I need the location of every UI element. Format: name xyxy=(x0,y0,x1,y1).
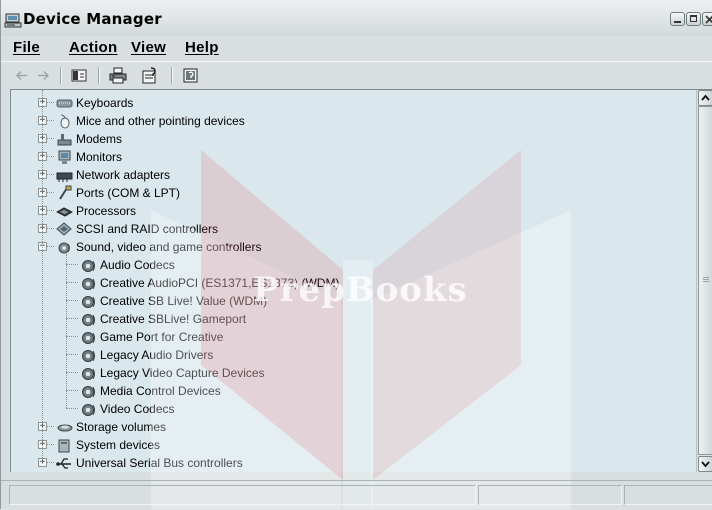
computer-icon xyxy=(4,13,22,28)
usb-icon xyxy=(56,458,71,469)
menu-bar: File Action View Help xyxy=(1,36,712,60)
tree-category-item[interactable]: Universal Serial Bus controllers xyxy=(56,454,243,472)
tree-item-label: Processors xyxy=(76,204,137,218)
toolbar xyxy=(1,61,712,89)
tree-item-label: SCSI and RAID controllers xyxy=(76,222,219,236)
maximize-icon xyxy=(690,15,697,22)
tree-item-label: Audio Codecs xyxy=(100,258,175,272)
sound-device-icon xyxy=(82,386,95,398)
scsi-icon xyxy=(56,222,72,236)
tree-item-label: Keyboards xyxy=(76,96,134,110)
status-panel-main xyxy=(9,485,476,505)
tree-device-item[interactable]: Creative AudioPCI (ES1371,ES1373) (WDM) xyxy=(80,274,339,292)
tree-category-item[interactable]: Processors xyxy=(56,202,136,220)
forward-arrow-icon[interactable] xyxy=(34,67,52,84)
system-device-icon xyxy=(58,439,70,453)
tree-item-label: Universal Serial Bus controllers xyxy=(76,456,243,470)
tree-category-item[interactable]: Monitors xyxy=(56,148,122,166)
help-icon[interactable] xyxy=(182,67,200,84)
minimize-button[interactable] xyxy=(670,12,685,26)
tree-category-item[interactable]: System devices xyxy=(56,436,160,454)
tree-item-label: Game Port for Creative xyxy=(100,330,224,344)
tree-device-item[interactable]: Video Codecs xyxy=(80,400,175,418)
tree-item-label: Creative SBLive! Gameport xyxy=(100,312,247,326)
tree-item-label: System devices xyxy=(76,438,161,452)
menu-file[interactable]: File xyxy=(13,39,40,56)
modem-icon xyxy=(57,134,72,146)
tree-item-label: Modems xyxy=(76,132,123,146)
tree-category-item[interactable]: SCSI and RAID controllers xyxy=(56,220,218,238)
sound-device-icon xyxy=(82,260,95,272)
tree-device-item[interactable]: Creative SB Live! Value (WDM) xyxy=(80,292,267,310)
print-icon[interactable] xyxy=(109,67,127,84)
tree-device-item[interactable]: Creative SBLive! Gameport xyxy=(80,310,246,328)
sound-icon xyxy=(58,242,70,254)
tree-item-label: Legacy Video Capture Devices xyxy=(100,366,265,380)
tree-category-item[interactable]: Storage volumes xyxy=(56,418,166,436)
tree-category-item[interactable]: Ports (COM & LPT) xyxy=(56,184,180,202)
tree-item-label: Mice and other pointing devices xyxy=(76,114,245,128)
status-bar xyxy=(1,480,712,510)
tree-device-item[interactable]: Game Port for Creative xyxy=(80,328,223,346)
chevron-down-icon xyxy=(701,461,710,468)
tree-category-item[interactable]: Sound, video and game controllers xyxy=(56,238,261,256)
monitor-icon xyxy=(58,150,71,164)
tree-device-item[interactable]: Audio Codecs xyxy=(80,256,175,274)
close-icon xyxy=(705,15,712,24)
sound-device-icon xyxy=(82,314,95,326)
menu-action[interactable]: Action xyxy=(69,39,117,56)
device-tree[interactable]: + Keyboards + Mice and other pointing devic… xyxy=(10,89,712,472)
sound-device-icon xyxy=(82,332,95,344)
network-adapter-icon xyxy=(56,172,73,182)
tree-device-item[interactable]: Legacy Audio Drivers xyxy=(80,346,213,364)
tree-item-label: Creative SB Live! Value (WDM) xyxy=(100,294,268,308)
tree-item-label: Network adapters xyxy=(76,168,171,182)
vertical-scrollbar[interactable] xyxy=(696,90,712,472)
properties-icon[interactable] xyxy=(141,67,159,84)
show-hide-console-tree-icon[interactable] xyxy=(70,67,88,84)
title-bar[interactable]: Device Manager xyxy=(1,0,712,36)
maximize-button[interactable] xyxy=(686,12,701,26)
scroll-up-button[interactable] xyxy=(698,90,712,106)
tree-category-item[interactable]: Mice and other pointing devices xyxy=(56,112,245,130)
back-arrow-icon[interactable] xyxy=(13,67,31,84)
status-panel-tertiary xyxy=(624,485,712,505)
tree-device-item[interactable]: Media Control Devices xyxy=(80,382,221,400)
status-panel-secondary xyxy=(478,485,622,505)
tree-category-item[interactable]: Network adapters xyxy=(56,166,170,184)
sound-device-icon xyxy=(82,296,95,308)
close-button[interactable] xyxy=(702,12,712,26)
tree-item-label: Ports (COM & LPT) xyxy=(76,186,181,200)
tree-item-label: Media Control Devices xyxy=(100,384,221,398)
sound-device-icon xyxy=(82,368,95,380)
tree-item-label: Video Codecs xyxy=(100,402,175,416)
tree-item-label: Legacy Audio Drivers xyxy=(100,348,214,362)
scroll-thumb[interactable] xyxy=(698,106,712,455)
storage-icon xyxy=(57,424,73,432)
mouse-icon xyxy=(60,114,70,129)
tree-item-label: Sound, video and game controllers xyxy=(76,240,262,254)
sound-device-icon xyxy=(82,350,95,362)
chevron-up-icon xyxy=(701,94,710,101)
minimize-icon xyxy=(674,21,681,23)
scroll-down-button[interactable] xyxy=(698,456,712,472)
device-manager-window: Device Manager File Action View Help + K… xyxy=(0,0,712,509)
keyboard-icon xyxy=(56,99,73,108)
menu-help[interactable]: Help xyxy=(185,39,219,56)
processor-icon xyxy=(56,207,73,217)
tree-item-label: Monitors xyxy=(76,150,123,164)
tree-device-item[interactable]: Legacy Video Capture Devices xyxy=(80,364,265,382)
sound-device-icon xyxy=(82,278,95,290)
window-title: Device Manager xyxy=(23,10,162,28)
port-icon xyxy=(59,185,72,200)
sound-device-icon xyxy=(82,404,95,416)
tree-category-item[interactable]: Modems xyxy=(56,130,122,148)
tree-category-item[interactable]: Keyboards xyxy=(56,94,133,112)
menu-view[interactable]: View xyxy=(131,39,166,56)
tree-item-label: Creative AudioPCI (ES1371,ES1373) (WDM) xyxy=(100,276,340,290)
tree-item-label: Storage volumes xyxy=(76,420,167,434)
